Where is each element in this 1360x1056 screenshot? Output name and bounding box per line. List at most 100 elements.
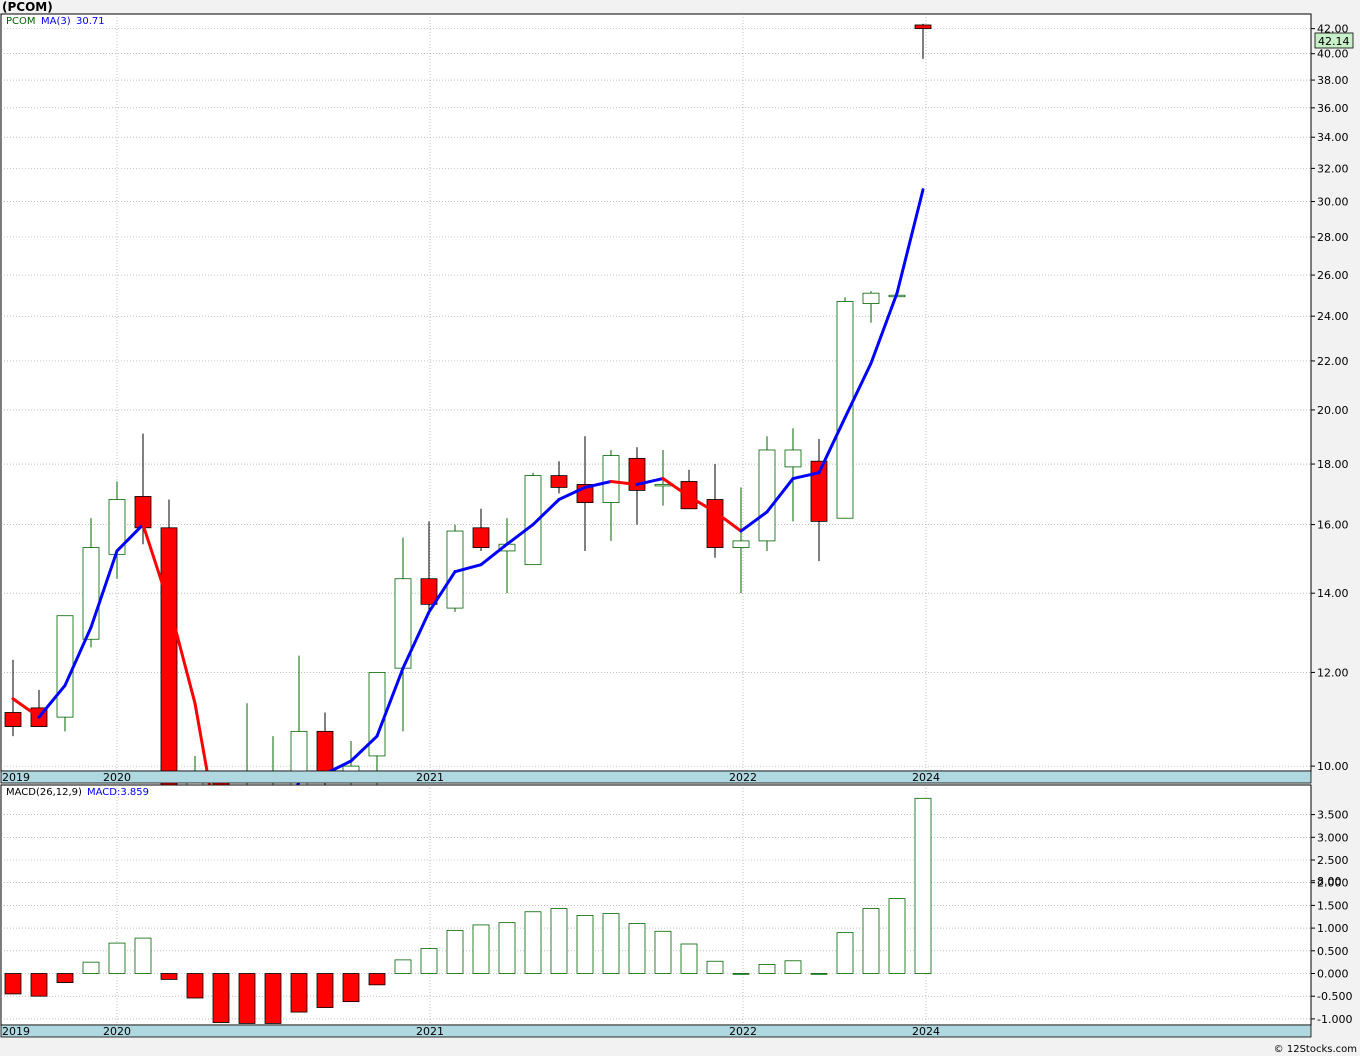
- macd-bar: [238, 973, 256, 1024]
- candle-body: [862, 292, 880, 304]
- candle: [446, 524, 464, 612]
- macd-tick-label: 3.500: [1317, 809, 1349, 822]
- macd-tick-label: -0.500: [1317, 990, 1352, 1003]
- candle-body: [732, 540, 750, 548]
- macd-bar: [264, 973, 282, 1024]
- macd-bar: [654, 930, 672, 974]
- price-tick-label: 18.00: [1317, 458, 1349, 471]
- macd-label: MACD(26,12,9): [6, 787, 82, 798]
- macd-tick-label: -1.000: [1317, 1013, 1352, 1026]
- macd-tick-label: 3.000: [1317, 831, 1349, 844]
- price-tick-label: 24.00: [1317, 310, 1349, 323]
- macd-x-tick-label: 2022: [729, 1025, 757, 1038]
- macd-bar: [108, 942, 126, 974]
- macd-value: MACD:3.859: [87, 787, 149, 798]
- candle: [758, 436, 776, 551]
- price-tick-label: 20.00: [1317, 404, 1349, 417]
- candle-body: [550, 475, 568, 488]
- candle-body: [706, 499, 724, 548]
- macd-bar: [914, 797, 932, 974]
- ma-label: MA(3): [41, 16, 71, 27]
- ticker-label: PCOM: [6, 16, 36, 27]
- ma-value: 30.71: [76, 16, 105, 27]
- macd-tick-label: 1.500: [1317, 899, 1349, 912]
- price-tick-label: 14.00: [1317, 587, 1349, 600]
- price-x-tick-label: 2022: [729, 771, 757, 784]
- macd-bar: [446, 929, 464, 974]
- price-tick-label: 22.00: [1317, 355, 1349, 368]
- macd-bar: [888, 898, 906, 974]
- macd-bar: [212, 973, 230, 1023]
- macd-bar: [758, 964, 776, 974]
- price-tick-label: 16.00: [1317, 519, 1349, 532]
- watermark-text: © 12Stocks.com: [1274, 1044, 1357, 1055]
- macd-bar: [420, 948, 438, 974]
- candle-body: [654, 484, 672, 487]
- macd-x-tick-label: 2020: [103, 1025, 131, 1038]
- price-tick-label: 28.00: [1317, 231, 1349, 244]
- macd-bar: [732, 973, 750, 975]
- macd-tick-label: 0.000: [1317, 968, 1349, 981]
- price-tick-label: 12.00: [1317, 666, 1349, 679]
- price-tick-label: 32.00: [1317, 162, 1349, 175]
- price-tick-label: 26.00: [1317, 269, 1349, 282]
- macd-bar: [550, 908, 568, 974]
- price-tick-label: 40.00: [1317, 48, 1349, 61]
- price-x-tick-label: 2021: [416, 771, 444, 784]
- macd-bar: [186, 973, 204, 999]
- price-x-axis-band: [0, 770, 1312, 784]
- candle-body: [56, 615, 74, 718]
- macd-bar: [498, 922, 516, 974]
- macd-y-axis: -1.000 -0.500 0.000 0.500 1.000 1.500 2.000 2.5…: [1311, 809, 1352, 1026]
- macd-bar: [680, 943, 698, 974]
- chart-title: (PCOM): [2, 0, 53, 14]
- macd-bar: [82, 961, 100, 974]
- macd-bar: [160, 973, 178, 980]
- macd-bar: [836, 932, 854, 974]
- price-x-tick-label: 2024: [912, 771, 940, 784]
- macd-bar: [342, 973, 360, 1003]
- macd-bar: [368, 973, 386, 986]
- macd-x-tick-label: 2019: [2, 1025, 30, 1038]
- price-x-tick-label: 2019: [2, 771, 30, 784]
- last-price-badge-text: 42.14: [1318, 35, 1350, 48]
- candle-body: [472, 527, 490, 548]
- candle-body: [836, 301, 854, 519]
- macd-bar: [316, 973, 334, 1008]
- candle-body: [602, 455, 620, 503]
- macd-bar: [576, 914, 594, 974]
- macd-bar: [706, 960, 724, 974]
- macd-bar: [524, 911, 542, 974]
- candle-body: [4, 712, 22, 727]
- macd-bar: [4, 973, 22, 995]
- candle-body: [758, 449, 776, 542]
- macd-tick-label: 1.000: [1317, 922, 1349, 935]
- price-tick-label: 30.00: [1317, 196, 1349, 209]
- macd-tick-label: 2.500: [1317, 854, 1349, 867]
- price-tick-label: 34.00: [1317, 131, 1349, 144]
- macd-tick-label: 2.000: [1317, 877, 1349, 890]
- macd-bar: [394, 959, 412, 974]
- macd-tick-label: 0.500: [1317, 945, 1349, 958]
- price-panel: [0, 13, 1312, 772]
- macd-x-tick-label: 2021: [416, 1025, 444, 1038]
- macd-x-axis-band: [0, 1024, 1312, 1038]
- macd-bar: [602, 913, 620, 974]
- candle-body: [914, 24, 932, 30]
- price-x-tick-label: 2020: [103, 771, 131, 784]
- macd-bar: [810, 973, 828, 975]
- price-tick-label: 38.00: [1317, 74, 1349, 87]
- macd-bar: [784, 960, 802, 974]
- macd-bar: [628, 923, 646, 974]
- macd-bar: [290, 973, 308, 1013]
- price-y-axis: 8.0010.0012.0014.0016.0018.0020.0022.002…: [1311, 23, 1349, 888]
- macd-bar: [472, 924, 490, 974]
- macd-bar: [30, 973, 48, 997]
- macd-bar: [56, 973, 74, 983]
- macd-bar: [862, 908, 880, 974]
- macd-bar: [134, 937, 152, 974]
- candle-body: [784, 449, 802, 468]
- macd-x-tick-label: 2024: [912, 1025, 940, 1038]
- price-tick-label: 36.00: [1317, 102, 1349, 115]
- price-tick-label: 10.00: [1317, 760, 1349, 773]
